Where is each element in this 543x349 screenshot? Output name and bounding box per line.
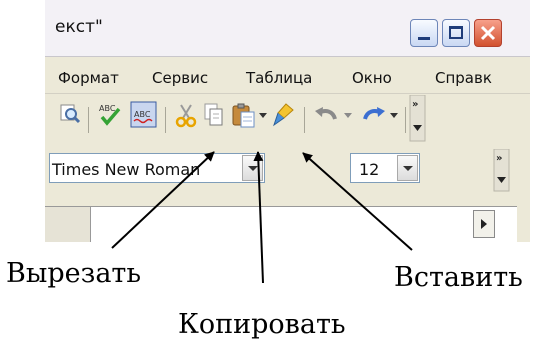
cut-arrow xyxy=(111,151,215,249)
copy-arrow xyxy=(253,151,264,284)
callout-arrows xyxy=(111,151,413,284)
copy-callout-label: Копировать xyxy=(178,309,346,340)
cut-callout-label: Вырезать xyxy=(6,258,142,289)
paste-callout-label: Вставить xyxy=(394,262,523,293)
paste-arrow xyxy=(302,152,413,251)
